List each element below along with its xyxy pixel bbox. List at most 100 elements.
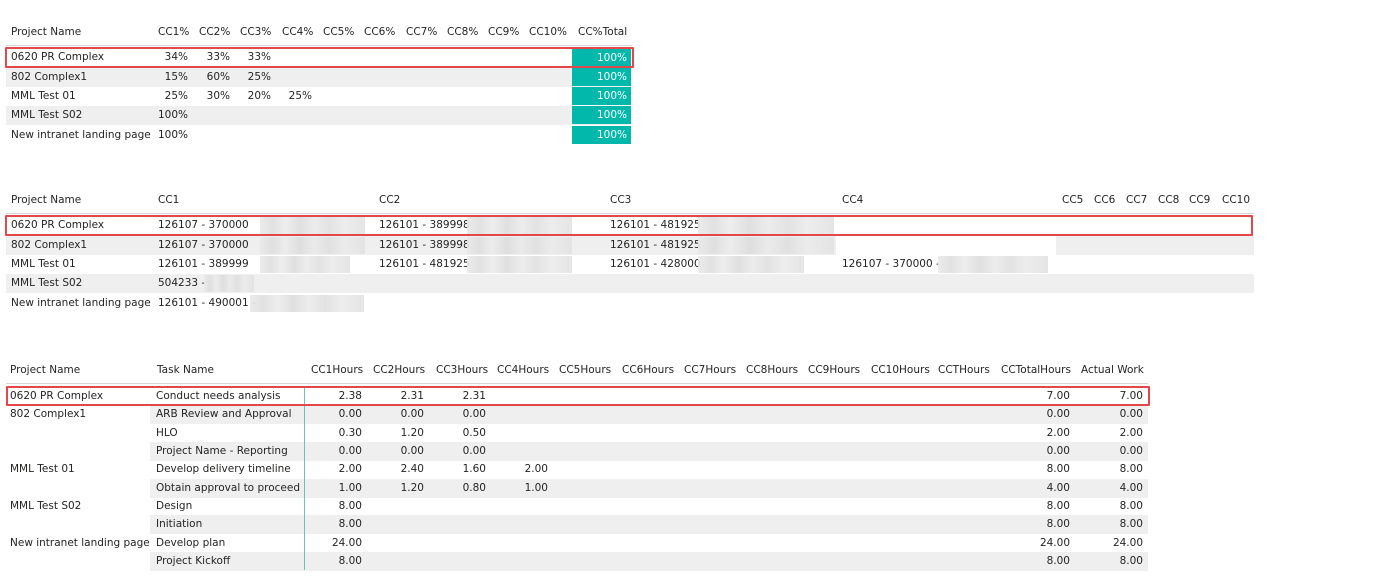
cc2-cell: 126101 - 389998 xyxy=(379,239,470,251)
total-hours-cell: 24.00 xyxy=(1039,537,1070,549)
col-header[interactable]: Project Name xyxy=(10,364,80,376)
redacted-text xyxy=(260,256,350,273)
row-highlight-box xyxy=(5,47,634,68)
cc3-hours-cell: 0.00 xyxy=(462,408,486,420)
total-value: 100% xyxy=(596,109,627,121)
col-header[interactable]: Project Name xyxy=(11,194,81,206)
project-name-cell: New intranet landing page xyxy=(11,129,151,141)
table-row[interactable]: Project Name - Reporting 0.00 0.00 0.00 … xyxy=(150,442,1148,461)
cc2-hours-cell: 0.00 xyxy=(400,408,424,420)
actual-work-cell: 0.00 xyxy=(1119,408,1143,420)
table-row[interactable]: New intranet landing page 126101 - 49000… xyxy=(6,294,1254,313)
col-header[interactable]: CC10 xyxy=(1222,194,1250,206)
project-name-cell: MML Test 01 xyxy=(11,258,76,270)
col-header[interactable]: CC6Hours xyxy=(622,364,674,376)
cc3-cell: 126101 - 481925 xyxy=(610,239,701,251)
col-header[interactable]: CC4 xyxy=(842,194,863,206)
col-header[interactable]: CC8Hours xyxy=(746,364,798,376)
table-row[interactable]: Initiation 8.00 8.00 8.00 xyxy=(150,515,1148,534)
task-name-cell: Develop delivery timeline xyxy=(156,463,291,475)
project-name-cell: MML Test S02 xyxy=(10,500,82,512)
col-header[interactable]: CC9Hours xyxy=(808,364,860,376)
col-header[interactable]: CC1% xyxy=(158,26,189,38)
col-header[interactable]: CCTotalHours xyxy=(1001,364,1071,376)
col-header[interactable]: CC5% xyxy=(323,26,354,38)
col-header[interactable]: Actual Work xyxy=(1081,364,1144,376)
col-header[interactable]: CCTHours xyxy=(938,364,990,376)
redacted-text xyxy=(938,256,1048,273)
col-header[interactable]: CC9 xyxy=(1189,194,1210,206)
table-row[interactable]: MML Test S02 504233 - xyxy=(6,274,1254,293)
column-divider xyxy=(304,387,305,570)
col-header[interactable]: CC7% xyxy=(406,26,437,38)
table-row[interactable]: MML Test 01 25% 30% 20% 25% xyxy=(6,87,632,106)
project-name-cell: New intranet landing page xyxy=(11,297,151,309)
table-row[interactable]: Develop delivery timeline 2.00 2.40 1.60… xyxy=(150,460,1148,479)
col-header[interactable]: CC10Hours xyxy=(871,364,930,376)
col-header[interactable]: CC6% xyxy=(364,26,395,38)
redacted-text xyxy=(467,237,572,254)
col-header[interactable]: CC3Hours xyxy=(436,364,488,376)
cc1-hours-cell: 1.00 xyxy=(338,482,362,494)
project-name-cell: 802 Complex1 xyxy=(11,239,88,251)
cell-background xyxy=(836,236,1056,255)
cc3-hours-cell: 0.50 xyxy=(462,427,486,439)
task-name-cell: ARB Review and Approval xyxy=(156,408,292,420)
col-header[interactable]: CC4Hours xyxy=(497,364,549,376)
header-divider xyxy=(6,383,1148,384)
cc2-cell: 30% xyxy=(206,90,230,102)
col-header[interactable]: CC1Hours xyxy=(311,364,363,376)
table-row[interactable]: 802 Complex1 15% 60% 25% xyxy=(6,68,632,87)
col-header[interactable]: CC4% xyxy=(282,26,313,38)
col-header[interactable]: CC2% xyxy=(199,26,230,38)
col-header[interactable]: CC10% xyxy=(529,26,567,38)
col-header[interactable]: CC5Hours xyxy=(559,364,611,376)
redacted-text xyxy=(698,256,804,273)
col-header[interactable]: Project Name xyxy=(11,26,81,38)
pct-table-header: Project Name CC1% CC2% CC3% CC4% CC5% CC… xyxy=(0,26,640,40)
cc4-cell: 126107 - 370000 - xyxy=(842,258,940,270)
total-cell: 100% xyxy=(572,68,631,86)
total-hours-cell: 8.00 xyxy=(1046,463,1070,475)
table-row[interactable]: Obtain approval to proceed 1.00 1.20 0.8… xyxy=(150,479,1148,498)
cc1-cell: 100% xyxy=(157,129,188,141)
table-row[interactable]: MML Test 01 126101 - 389999 126101 - 481… xyxy=(6,255,1254,274)
cc3-hours-cell: 1.60 xyxy=(462,463,486,475)
table-row[interactable]: MML Test S02 100% xyxy=(6,106,632,125)
code-table-header: Project Name CC1 CC2 CC3 CC4 CC5 CC6 CC7… xyxy=(0,194,1260,208)
col-header[interactable]: Task Name xyxy=(157,364,214,376)
cc1-cell: 126107 - 370000 xyxy=(158,239,249,251)
total-hours-cell: 0.00 xyxy=(1046,445,1070,457)
table-row[interactable]: ARB Review and Approval 0.00 0.00 0.00 0… xyxy=(150,405,1148,424)
col-header[interactable]: CC2Hours xyxy=(373,364,425,376)
table-row[interactable]: Project Kickoff 8.00 8.00 8.00 xyxy=(150,552,1148,571)
total-value: 100% xyxy=(596,71,627,83)
actual-work-cell: 24.00 xyxy=(1112,537,1143,549)
cc1-cell: 15% xyxy=(164,71,188,83)
col-header[interactable]: CC9% xyxy=(488,26,519,38)
col-header[interactable]: CC8 xyxy=(1158,194,1179,206)
col-header[interactable]: CC7 xyxy=(1126,194,1147,206)
col-header[interactable]: CC7Hours xyxy=(684,364,736,376)
cc1-hours-cell: 0.30 xyxy=(338,427,362,439)
redacted-text xyxy=(467,256,572,273)
total-hours-cell: 2.00 xyxy=(1046,427,1070,439)
col-header[interactable]: CC3% xyxy=(240,26,271,38)
col-header[interactable]: CC2 xyxy=(379,194,400,206)
table-row[interactable]: New intranet landing page 100% xyxy=(6,126,632,145)
table-row[interactable]: HLO 0.30 1.20 0.50 2.00 2.00 xyxy=(150,424,1148,443)
table-row[interactable]: Design 8.00 8.00 8.00 xyxy=(150,497,1148,516)
col-header[interactable]: CC%Total xyxy=(578,26,627,38)
cc1-hours-cell: 24.00 xyxy=(331,537,362,549)
col-header[interactable]: CC6 xyxy=(1094,194,1115,206)
table-row[interactable]: 802 Complex1 126107 - 370000 126101 - 38… xyxy=(6,236,1254,255)
col-header[interactable]: CC3 xyxy=(610,194,631,206)
col-header[interactable]: CC5 xyxy=(1062,194,1083,206)
col-header[interactable]: CC1 xyxy=(158,194,179,206)
cc2-cell: 126101 - 481925 xyxy=(379,258,470,270)
cc2-cell: 60% xyxy=(206,71,230,83)
col-header[interactable]: CC8% xyxy=(447,26,478,38)
table-row[interactable]: Develop plan 24.00 24.00 24.00 xyxy=(150,534,1148,553)
cc3-hours-cell: 0.80 xyxy=(462,482,486,494)
project-name-cell: MML Test 01 xyxy=(10,463,75,475)
